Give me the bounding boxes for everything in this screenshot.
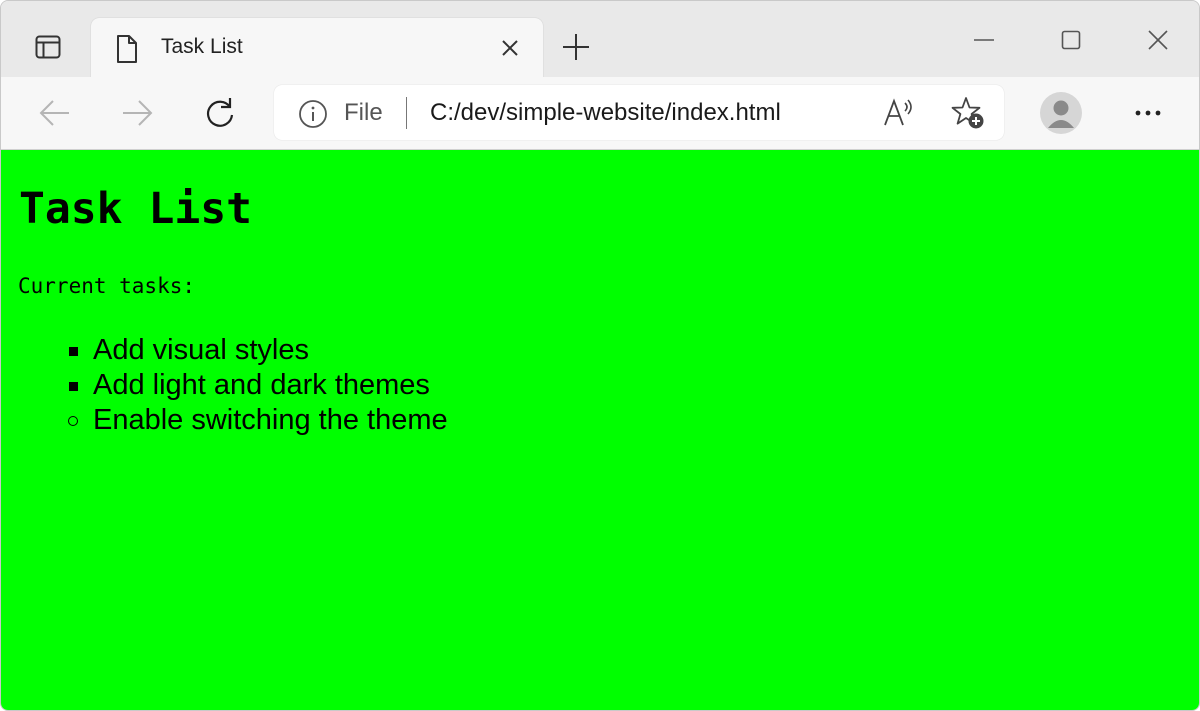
circle-bullet-icon [68, 416, 78, 426]
window-close-icon[interactable] [1143, 27, 1173, 53]
ellipsis-icon[interactable] [1131, 99, 1165, 127]
close-icon[interactable] [499, 37, 521, 59]
read-aloud-icon[interactable] [882, 97, 916, 129]
task-label: Enable switching the theme [93, 404, 448, 436]
minimize-icon[interactable] [969, 27, 999, 53]
tab-actions-icon[interactable] [23, 29, 73, 65]
task-list: Add visual styles Add light and dark the… [68, 333, 448, 438]
task-label: Add light and dark themes [93, 369, 430, 401]
square-bullet-icon [69, 347, 78, 356]
arrow-right-icon[interactable] [119, 95, 155, 131]
maximize-icon[interactable] [1056, 27, 1086, 53]
list-item: Add visual styles [69, 333, 448, 368]
list-item: Enable switching the theme [68, 403, 448, 438]
browser-window: Task List File C:/dev/simple-website/ind… [0, 0, 1200, 711]
info-icon[interactable] [298, 99, 328, 129]
document-icon [115, 34, 139, 64]
star-plus-icon[interactable] [950, 95, 986, 131]
tab-title: Task List [161, 35, 243, 58]
intro-text: Current tasks: [18, 274, 196, 298]
plus-icon[interactable] [561, 32, 591, 62]
address-separator [406, 97, 407, 129]
list-item: Add light and dark themes [69, 368, 448, 403]
refresh-icon[interactable] [202, 95, 238, 131]
url-text[interactable]: C:/dev/simple-website/index.html [430, 99, 781, 127]
avatar-icon[interactable] [1040, 92, 1082, 134]
square-bullet-icon [69, 382, 78, 391]
arrow-left-icon[interactable] [37, 95, 73, 131]
tab-task-list[interactable]: Task List [91, 18, 543, 78]
page-title: Task List [19, 184, 252, 234]
tab-bar: Task List [1, 1, 1199, 78]
navigation-toolbar: File C:/dev/simple-website/index.html [1, 77, 1199, 150]
scheme-label: File [344, 99, 383, 126]
address-bar[interactable]: File C:/dev/simple-website/index.html [274, 85, 1004, 140]
page-content: Task List Current tasks: Add visual styl… [1, 150, 1199, 710]
task-label: Add visual styles [93, 334, 309, 366]
